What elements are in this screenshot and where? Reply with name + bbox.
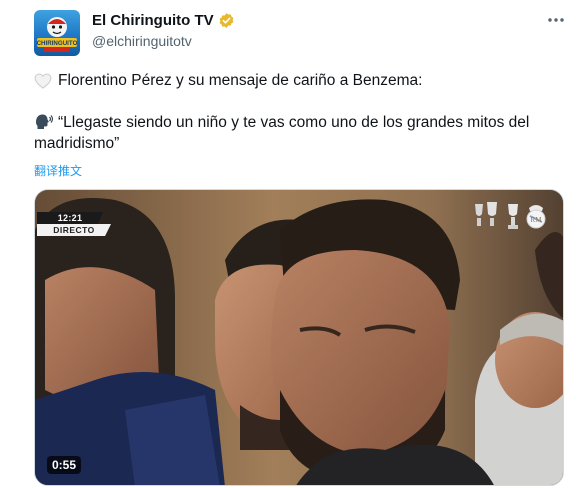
live-badge: 12:21 DIRECTO (37, 212, 111, 236)
verified-badge-icon (218, 12, 235, 29)
live-label: DIRECTO (37, 224, 111, 236)
speaking-head-icon (34, 113, 54, 130)
more-options-icon[interactable] (546, 10, 566, 30)
video-frame (35, 190, 563, 485)
trophy-logos: RM (471, 200, 547, 230)
trophy-icon (471, 200, 501, 230)
tweet-line-1: Florentino Pérez y su mensaje de cariño … (58, 72, 423, 89)
author-avatar[interactable]: CHIRINGUITO (34, 10, 80, 56)
tweet-text: Florentino Pérez y su mensaje de cariño … (34, 70, 564, 154)
video-duration: 0:55 (47, 456, 82, 474)
tweet-line-2: “Llegaste siendo un niño y te vas como u… (34, 114, 530, 152)
author-display-name[interactable]: El Chiringuito TV (92, 12, 214, 29)
author-handle[interactable]: @elchiringuitotv (92, 33, 192, 49)
translate-tweet-link[interactable]: 翻译推文 (34, 162, 82, 179)
live-clock: 12:21 (37, 212, 103, 224)
real-madrid-crest-icon: RM (525, 202, 547, 230)
svg-text:RM: RM (531, 216, 543, 224)
tweet-card[interactable]: CHIRINGUITO El Chiringuito TV @elchiring… (0, 0, 584, 488)
cup-icon (505, 202, 521, 230)
white-heart-icon (34, 73, 52, 89)
avatar-text: CHIRINGUITO (37, 40, 78, 47)
video-player[interactable]: 12:21 DIRECTO RM 0:55 (34, 189, 564, 486)
